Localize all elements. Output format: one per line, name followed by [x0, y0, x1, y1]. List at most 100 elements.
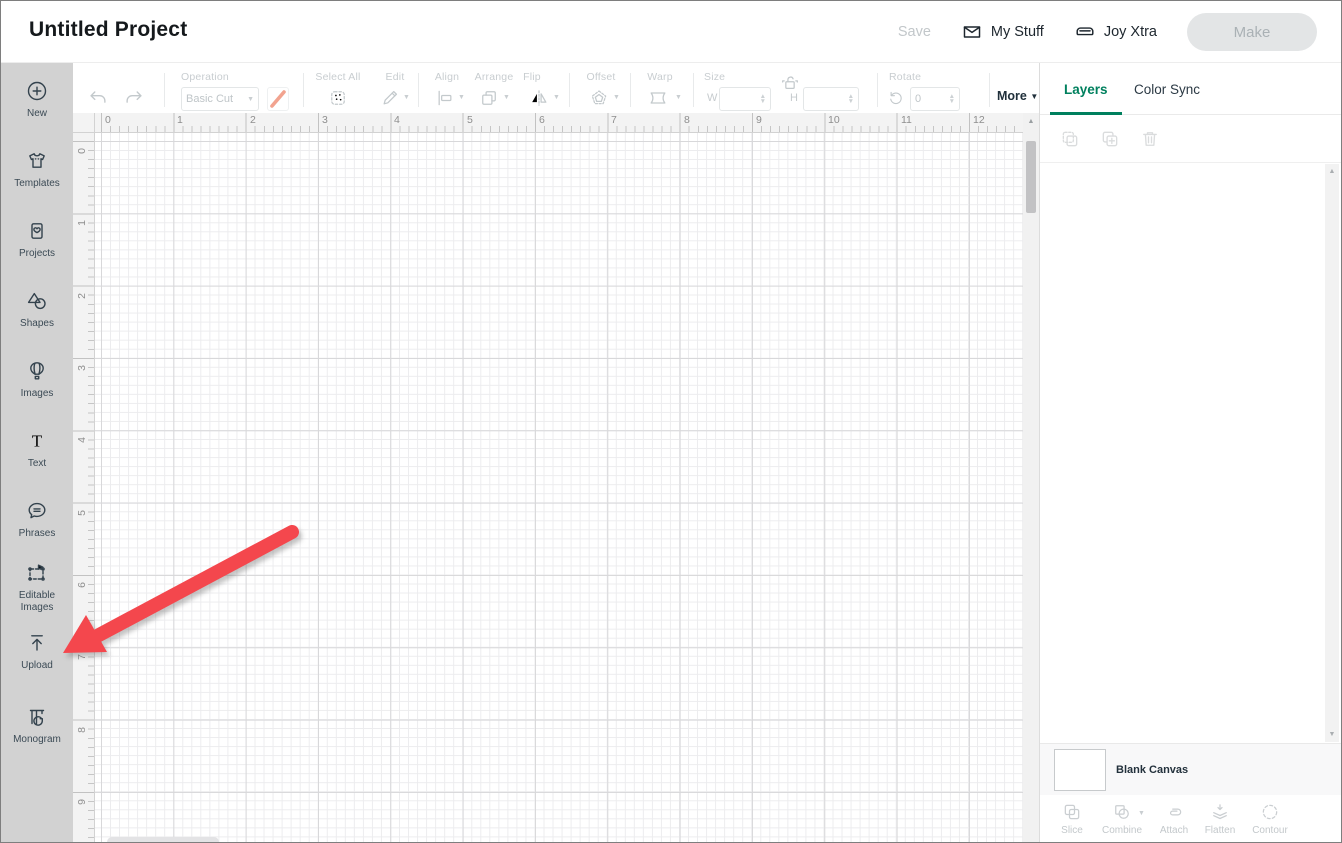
scroll-down-icon[interactable]: ▼: [1325, 731, 1339, 738]
sidebar-item-upload[interactable]: Upload: [1, 631, 73, 672]
attach-paperclip-icon: [1164, 802, 1184, 822]
warp-label: Warp: [639, 71, 681, 83]
arrange-icon[interactable]: [479, 88, 499, 108]
sidebar-item-text[interactable]: T Text: [1, 429, 73, 470]
lock-open-icon[interactable]: [780, 73, 800, 93]
scroll-up-icon[interactable]: ▲: [1325, 168, 1339, 175]
chevron-down-icon[interactable]: ▼: [458, 94, 465, 101]
edit-pencil-icon[interactable]: [380, 88, 400, 108]
panel-scrollbar[interactable]: ▲ ▼: [1325, 164, 1339, 742]
tools-sidebar: New Templates Projects Shapes Images T T…: [1, 63, 73, 843]
operation-color-swatch[interactable]: [267, 87, 289, 111]
make-button[interactable]: Make: [1187, 13, 1317, 51]
ruler-number: 8: [684, 114, 690, 126]
chevron-down-icon[interactable]: ▼: [553, 94, 560, 101]
ruler-number: 2: [250, 114, 256, 126]
chevron-down-icon[interactable]: ▼: [675, 94, 682, 101]
offset-icon[interactable]: [589, 88, 609, 108]
sidebar-item-phrases[interactable]: Phrases: [1, 499, 73, 540]
warp-icon[interactable]: [647, 88, 669, 108]
height-label: H: [790, 92, 798, 104]
ruler-number: 10: [828, 114, 840, 126]
rotate-icon[interactable]: [887, 89, 905, 107]
layer-ops-toolbar: Slice Combine ▼ Attach Flatten Contour: [1040, 795, 1342, 843]
chevron-down-icon: ▼: [247, 96, 254, 103]
combine-button[interactable]: Combine ▼: [1094, 802, 1150, 836]
blank-canvas-row[interactable]: Blank Canvas: [1040, 743, 1342, 795]
height-input[interactable]: ▲▼: [803, 87, 859, 111]
my-stuff-label: My Stuff: [991, 24, 1044, 40]
flip-label: Flip: [514, 71, 550, 83]
more-button[interactable]: More ▼: [997, 89, 1038, 103]
duplicate-layer-icon[interactable]: [1100, 129, 1120, 149]
sidebar-item-editable-images[interactable]: Editable Images: [1, 561, 73, 613]
speech-bubble-icon: [25, 499, 49, 523]
select-all-icon[interactable]: [328, 88, 348, 108]
tab-color-sync[interactable]: Color Sync: [1134, 82, 1200, 97]
width-input[interactable]: ▲▼: [719, 87, 771, 111]
my-stuff-button[interactable]: My Stuff: [961, 21, 1044, 43]
sidebar-item-projects[interactable]: Projects: [1, 219, 73, 260]
select-layers-icon[interactable]: [1060, 129, 1080, 149]
rotate-label: Rotate: [889, 71, 921, 83]
tab-layers[interactable]: Layers: [1064, 82, 1108, 97]
sidebar-item-templates[interactable]: Templates: [1, 149, 73, 190]
tshirt-icon: [25, 149, 49, 173]
ruler-number: 6: [539, 114, 545, 126]
sidebar-item-images[interactable]: Images: [1, 359, 73, 400]
edit-toolbar: Operation Basic Cut ▼ Select All Edit ▼ …: [73, 63, 1039, 113]
delete-layer-icon[interactable]: [1140, 129, 1160, 149]
redo-icon[interactable]: [123, 87, 145, 109]
operation-dropdown[interactable]: Basic Cut ▼: [181, 87, 259, 111]
swatch-line-icon: [268, 88, 288, 110]
chevron-down-icon[interactable]: ▼: [503, 94, 510, 101]
canvas-grid[interactable]: [95, 133, 1023, 843]
chevron-down-icon[interactable]: ▼: [1138, 810, 1145, 817]
sidebar-item-new[interactable]: New: [1, 79, 73, 120]
header-bar: Untitled Project Save My Stuff Joy Xtra …: [1, 1, 1342, 63]
machine-selector[interactable]: Joy Xtra: [1074, 21, 1157, 43]
flip-icon[interactable]: [529, 88, 549, 108]
sidebar-item-shapes[interactable]: Shapes: [1, 289, 73, 330]
rotate-input[interactable]: 0 ▲▼: [910, 87, 960, 111]
ruler-number: 5: [467, 114, 473, 126]
chevron-down-icon: ▼: [1030, 92, 1038, 101]
ruler-number: 0: [105, 114, 111, 126]
align-icon[interactable]: [435, 88, 455, 108]
horizontal-ruler: 0 1 2 3 4 5 6 7 8 9 10 11 12: [95, 113, 1023, 133]
flatten-button[interactable]: Flatten: [1192, 802, 1248, 836]
ruler-number: 4: [394, 114, 400, 126]
ruler-number: 3: [76, 362, 88, 374]
height-stepper[interactable]: ▲▼: [848, 94, 854, 105]
cricut-design-space-window: Untitled Project Save My Stuff Joy Xtra …: [0, 0, 1342, 843]
undo-icon[interactable]: [87, 87, 109, 109]
ruler-number: 9: [756, 114, 762, 126]
chevron-down-icon[interactable]: ▼: [403, 94, 410, 101]
canvas-vertical-scrollbar[interactable]: ▲: [1023, 113, 1039, 843]
save-button[interactable]: Save: [898, 24, 931, 40]
size-label: Size: [704, 71, 725, 83]
scrollbar-thumb[interactable]: [1026, 141, 1036, 213]
cutting-machine-icon: [1074, 21, 1096, 43]
ruler-corner: [73, 113, 95, 133]
width-stepper[interactable]: ▲▼: [760, 94, 766, 105]
offset-label: Offset: [579, 71, 623, 83]
canvas-horizontal-scrollbar[interactable]: [107, 837, 219, 843]
machine-label: Joy Xtra: [1104, 24, 1157, 40]
rotate-stepper[interactable]: ▲▼: [949, 94, 955, 105]
ruler-number: 7: [611, 114, 617, 126]
chevron-down-icon[interactable]: ▼: [613, 94, 620, 101]
toolbar-divider: [630, 73, 631, 107]
toolbar-divider: [303, 73, 304, 107]
layer-actions-row: [1040, 115, 1342, 163]
slice-button[interactable]: Slice: [1044, 802, 1100, 836]
sidebar-item-monogram[interactable]: Monogram: [1, 705, 73, 746]
letter-t-icon: T: [25, 429, 49, 453]
balloon-icon: [25, 359, 49, 383]
upload-arrow-icon: [25, 631, 49, 655]
contour-button[interactable]: Contour: [1242, 802, 1298, 836]
scroll-up-icon[interactable]: ▲: [1023, 118, 1039, 125]
combine-icon: [1112, 802, 1132, 822]
blank-canvas-thumbnail[interactable]: [1054, 749, 1106, 791]
contour-icon: [1260, 802, 1280, 822]
